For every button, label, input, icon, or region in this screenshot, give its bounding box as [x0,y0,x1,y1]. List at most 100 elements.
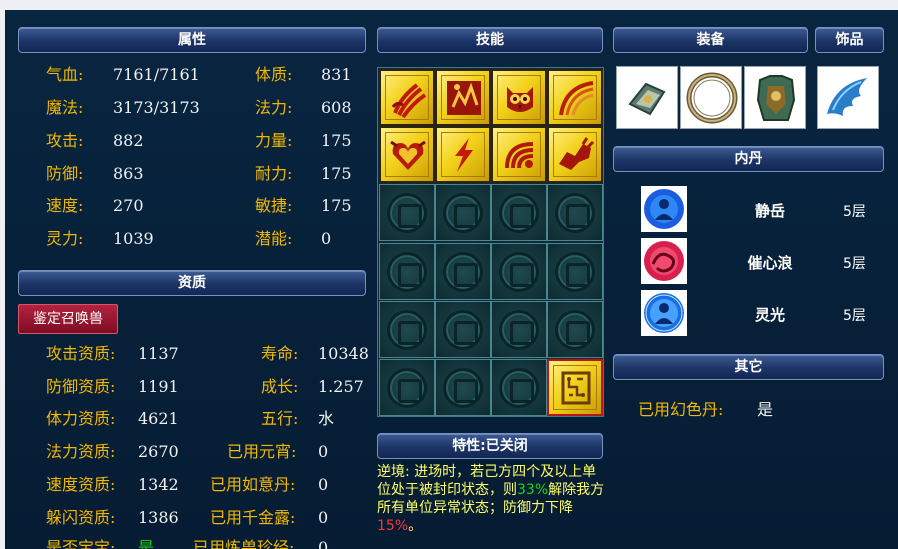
used-ruyidan-value: 0 [318,475,329,494]
strength-value: 175 [321,131,352,150]
red-dragon-orb-icon [644,241,684,281]
skill-slot-2[interactable] [435,69,491,126]
defense-value: 863 [113,164,144,183]
special-skill-slot[interactable] [547,359,603,416]
used-lianshou-label: 已用炼兽珍经: [193,538,295,549]
used-yuanxiao-label: 已用元宵: [227,442,297,461]
neidan-orb-1[interactable] [641,186,687,232]
skill-slot-empty[interactable] [435,301,491,358]
rainbow-slash-icon [559,81,594,116]
used-yuanxiao-value: 0 [318,442,329,461]
circuit-rune-icon [561,371,591,405]
used-huansedan-value: 是 [757,400,774,419]
lightning-icon [455,138,473,172]
speed-value: 270 [113,196,144,215]
skill-slot-6[interactable] [435,126,491,183]
skill-slot-empty[interactable] [379,359,435,416]
mp-aptitude-label: 法力资质: [46,442,116,461]
attack-aptitude-value: 1137 [138,344,179,363]
skill-slot-empty[interactable] [547,301,603,358]
blue-wing-icon [827,78,867,116]
glow-figure-orb-icon [644,293,684,333]
agility-label: 敏捷: [255,196,293,215]
magic-label: 法力: [255,98,293,117]
skill-slot-empty[interactable] [379,243,435,300]
used-qianjinlu-label: 已用千金露: [210,508,296,527]
lifespan-value: 10348 [318,344,369,363]
hp-label: 气血: [46,65,84,84]
skill-slot-empty[interactable] [379,184,435,241]
equipment-slot-1[interactable] [616,66,678,129]
skill-slot-empty[interactable] [491,243,547,300]
strength-label: 力量: [255,131,293,150]
skill-slot-empty[interactable] [491,301,547,358]
trait-pct-1: 33% [517,482,549,498]
skill-slot-7[interactable] [491,126,547,183]
element-value: 水 [318,409,335,428]
skill-slot-empty[interactable] [435,359,491,416]
skill-slot-empty[interactable] [379,301,435,358]
constitution-label: 体质: [255,65,293,84]
magic-value: 608 [321,98,352,117]
accessories-header: 饰品 [815,27,884,53]
skill-slot-empty[interactable] [547,184,603,241]
claw-fire-icon [391,83,427,119]
mp-aptitude-value: 2670 [138,442,179,461]
skill-slot-empty[interactable] [435,184,491,241]
trait-description: 逆境: 进场时，若己方四个及以上单位处于被封印状态，则33%解除我方所有单位异常… [377,463,609,535]
mp-value: 3173/3173 [113,98,200,117]
endurance-label: 耐力: [255,164,293,183]
used-ruyidan-label: 已用如意丹: [210,475,296,494]
trait-header: 特性:已关闭 [377,433,603,459]
accessory-slot[interactable] [817,66,879,129]
growth-label: 成长: [261,377,299,396]
skill-slot-1[interactable] [379,69,435,126]
potential-value: 0 [321,229,332,248]
collar-ring-icon [686,72,738,124]
defense-aptitude-value: 1191 [138,377,179,396]
growth-value: 1.257 [318,377,364,396]
appraise-summon-button[interactable]: 鉴定召唤兽 [18,304,118,334]
used-huansedan-label: 已用幻色丹: [638,400,724,419]
neidan-level-3: 5层 [843,308,866,324]
trait-pct-2: 15% [377,518,409,534]
hp-value: 7161/7161 [113,65,200,84]
equipment-slot-3[interactable] [744,66,806,129]
attributes-header: 属性 [18,27,366,53]
skill-slot-empty[interactable] [435,243,491,300]
neidan-level-2: 5层 [843,256,866,272]
waves-icon [505,142,534,169]
skills-header: 技能 [377,27,603,53]
skill-slot-4[interactable] [547,69,603,126]
lifespan-label: 寿命: [261,344,299,363]
element-label: 五行: [261,409,299,428]
skill-grid [377,67,604,417]
speed-aptitude-value: 1342 [138,475,179,494]
ornate-armor-icon [756,75,796,121]
neidan-header: 内丹 [613,146,884,172]
skill-slot-3[interactable] [491,69,547,126]
skill-slot-8[interactable] [547,126,603,183]
neidan-name-3: 灵光 [754,306,785,324]
armor-bracer-icon [628,82,666,116]
neidan-orb-3[interactable] [641,290,687,336]
attack-label: 攻击: [46,131,84,150]
attack-value: 882 [113,131,144,150]
skill-slot-empty[interactable] [547,243,603,300]
skill-slot-empty[interactable] [491,359,547,416]
equipment-slot-2[interactable] [680,66,742,129]
equipment-header: 装备 [613,27,808,53]
skill-slot-empty[interactable] [491,184,547,241]
hp-aptitude-label: 体力资质: [46,409,116,428]
dodge-aptitude-value: 1386 [138,508,179,527]
summon-detail-panel: 属性 气血: 7161/7161 魔法: 3173/3173 攻击: 882 防… [5,10,898,549]
spirit-label: 灵力: [46,229,84,248]
skill-slot-5[interactable] [379,126,435,183]
mp-label: 魔法: [46,98,84,117]
aptitude-header: 资质 [18,270,366,296]
used-qianjinlu-value: 0 [318,508,329,527]
neidan-orb-2[interactable] [641,238,687,284]
defense-label: 防御: [46,164,84,183]
blue-figure-orb-icon [644,189,684,229]
endurance-value: 175 [321,164,352,183]
